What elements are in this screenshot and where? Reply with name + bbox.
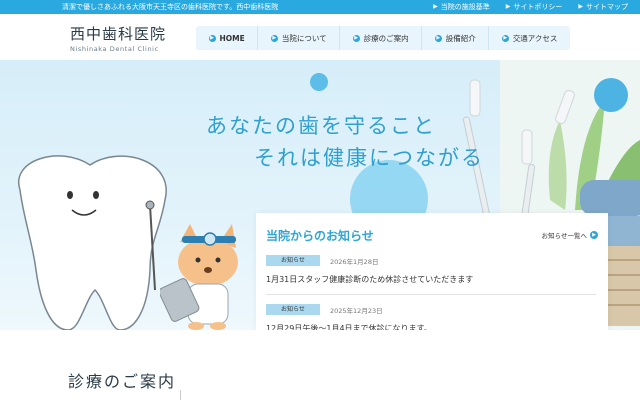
news-divider	[266, 294, 596, 295]
chevron-right-icon: ▶	[578, 3, 583, 10]
news-item[interactable]: お知らせ 2026年1月28日 1月31日スタッフ健康診断のため休診させていただ…	[266, 255, 596, 295]
news-date: 2025年12月23日	[330, 306, 383, 315]
chevron-right-icon: ▶	[433, 3, 438, 10]
top-bar: 清潔で優しさあふれる大阪市天王寺区の歯科医院です。西中歯科医院 ▶ 当院の施設基準…	[0, 0, 640, 14]
chevron-right-icon: ▶	[208, 34, 216, 42]
chevron-right-icon: ▶	[434, 34, 442, 42]
top-link-facility-standards[interactable]: ▶ 当院の施設基準	[433, 0, 490, 14]
news-category-badge: お知らせ	[266, 304, 320, 315]
logo-name-en: Nishinaka Dental Clinic	[70, 45, 159, 53]
tooth-character-illustration	[17, 155, 167, 330]
news-text: 1月31日スタッフ健康診断のため休診させていただきます	[266, 275, 474, 284]
news-list-link-label: お知らせ一覧へ	[541, 232, 587, 240]
chevron-right-icon: ▶	[270, 34, 278, 42]
section-heading-partial: 診療のご案内	[68, 372, 177, 391]
nav-item-treatment[interactable]: ▶ 診療のご案内	[340, 26, 423, 50]
chevron-right-icon: ▶	[501, 34, 509, 42]
nav-item-label: 診療のご案内	[363, 33, 409, 43]
top-link-label: 当院の施設基準	[440, 3, 490, 11]
news-date: 2026年1月28日	[330, 257, 379, 266]
news-list-link[interactable]: お知らせ一覧へ ▶	[542, 230, 598, 240]
nav-item-about[interactable]: ▶ 当院について	[258, 26, 341, 50]
news-title: 当院からのお知らせ	[266, 229, 374, 243]
chevron-right-icon: ▶	[590, 231, 598, 239]
fox-doctor-illustration	[160, 224, 238, 330]
site-header: 西中歯科医院 Nishinaka Dental Clinic ▶ HOME ▶ 当院…	[0, 14, 640, 60]
nav-item-home[interactable]: ▶ HOME	[196, 26, 259, 50]
top-link-label: サイトマップ	[586, 3, 628, 11]
top-links: ▶ 当院の施設基準 ▶ サイトポリシー ▶ サイトマップ	[433, 0, 628, 14]
section-divider	[180, 390, 181, 400]
nav-item-access[interactable]: ▶ 交通アクセス	[489, 26, 570, 50]
catch-line-2: それは健康につながる	[254, 146, 484, 170]
nav-item-label: 交通アクセス	[512, 33, 558, 43]
logo-name-jp: 西中歯科医院	[70, 25, 167, 43]
chevron-right-icon: ▶	[352, 34, 360, 42]
top-link-sitemap[interactable]: ▶ サイトマップ	[578, 0, 628, 14]
below-hero-section: 診療のご案内	[0, 330, 640, 400]
global-nav: ▶ HOME ▶ 当院について ▶ 診療のご案内 ▶ 設備紹介 ▶ 交通アクセス	[196, 26, 570, 50]
catch-line-1: あなたの歯を守ること	[206, 114, 436, 138]
decor-circle-right	[594, 78, 628, 112]
site-tagline: 清潔で優しさあふれる大阪市天王寺区の歯科医院です。西中歯科医院	[62, 3, 279, 11]
site-logo[interactable]: 西中歯科医院 Nishinaka Dental Clinic	[70, 23, 166, 53]
news-category-badge: お知らせ	[266, 255, 320, 266]
nav-item-label: 当院について	[281, 33, 327, 43]
nav-item-label: 設備紹介	[445, 33, 476, 43]
nav-item-label: HOME	[219, 33, 245, 43]
top-link-label: サイトポリシー	[513, 3, 563, 11]
top-link-site-policy[interactable]: ▶ サイトポリシー	[506, 0, 563, 14]
news-panel: 当院からのお知らせ お知らせ一覧へ ▶ お知らせ 2026年1月28日 1月31…	[256, 213, 608, 344]
nav-item-equipment[interactable]: ▶ 設備紹介	[422, 26, 490, 50]
chevron-right-icon: ▶	[505, 3, 511, 10]
decor-circle-small	[310, 73, 328, 91]
hero-catchphrase: あなたの歯を守ること それは健康につながる	[206, 110, 484, 174]
